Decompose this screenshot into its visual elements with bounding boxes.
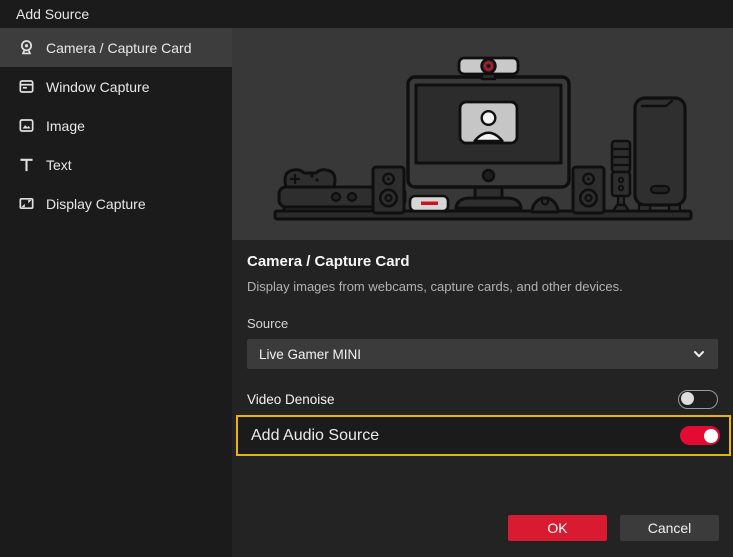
video-denoise-toggle[interactable] — [678, 390, 718, 409]
sidebar-item-display-capture[interactable]: Display Capture — [0, 184, 232, 223]
sidebar-item-image[interactable]: Image — [0, 106, 232, 145]
source-dropdown-value: Live Gamer MINI — [259, 347, 692, 362]
dialog-body: Camera / Capture Card Window Capture Ima… — [0, 28, 733, 557]
cancel-button[interactable]: Cancel — [620, 515, 719, 541]
add-audio-source-row-highlighted: Add Audio Source — [236, 415, 731, 456]
panel-description: Display images from webcams, capture car… — [247, 279, 718, 294]
sidebar-item-label: Image — [46, 118, 85, 134]
video-denoise-row: Video Denoise — [247, 386, 718, 412]
source-type-sidebar: Camera / Capture Card Window Capture Ima… — [0, 28, 232, 557]
webcam-icon — [18, 39, 35, 56]
source-dropdown[interactable]: Live Gamer MINI — [247, 339, 718, 369]
ok-button[interactable]: OK — [508, 515, 607, 541]
detail-panel: Camera / Capture Card Display images fro… — [232, 28, 733, 557]
sidebar-item-camera-capture-card[interactable]: Camera / Capture Card — [0, 28, 232, 67]
dialog-title: Add Source — [0, 0, 733, 28]
dialog-buttons: OK Cancel — [508, 515, 719, 541]
sidebar-item-label: Display Capture — [46, 196, 146, 212]
panel-heading: Camera / Capture Card — [247, 240, 718, 270]
desk-setup-illustration — [232, 28, 733, 240]
sidebar-item-label: Camera / Capture Card — [46, 40, 192, 56]
source-label: Source — [247, 316, 718, 331]
toggle-knob — [681, 392, 694, 405]
toggle-knob — [704, 429, 718, 443]
desk-setup-line-art — [232, 28, 733, 240]
sidebar-item-text[interactable]: Text — [0, 145, 232, 184]
image-icon — [18, 117, 35, 134]
add-audio-source-toggle[interactable] — [680, 426, 720, 445]
source-settings-panel: Camera / Capture Card Display images fro… — [232, 240, 733, 557]
add-audio-source-label: Add Audio Source — [251, 427, 379, 445]
sidebar-item-window-capture[interactable]: Window Capture — [0, 67, 232, 106]
sidebar-item-label: Text — [46, 157, 72, 173]
chevron-down-icon — [692, 347, 706, 361]
video-denoise-label: Video Denoise — [247, 392, 335, 407]
sidebar-item-label: Window Capture — [46, 79, 150, 95]
display-icon — [18, 195, 35, 212]
text-icon — [18, 156, 35, 173]
window-icon — [18, 78, 35, 95]
